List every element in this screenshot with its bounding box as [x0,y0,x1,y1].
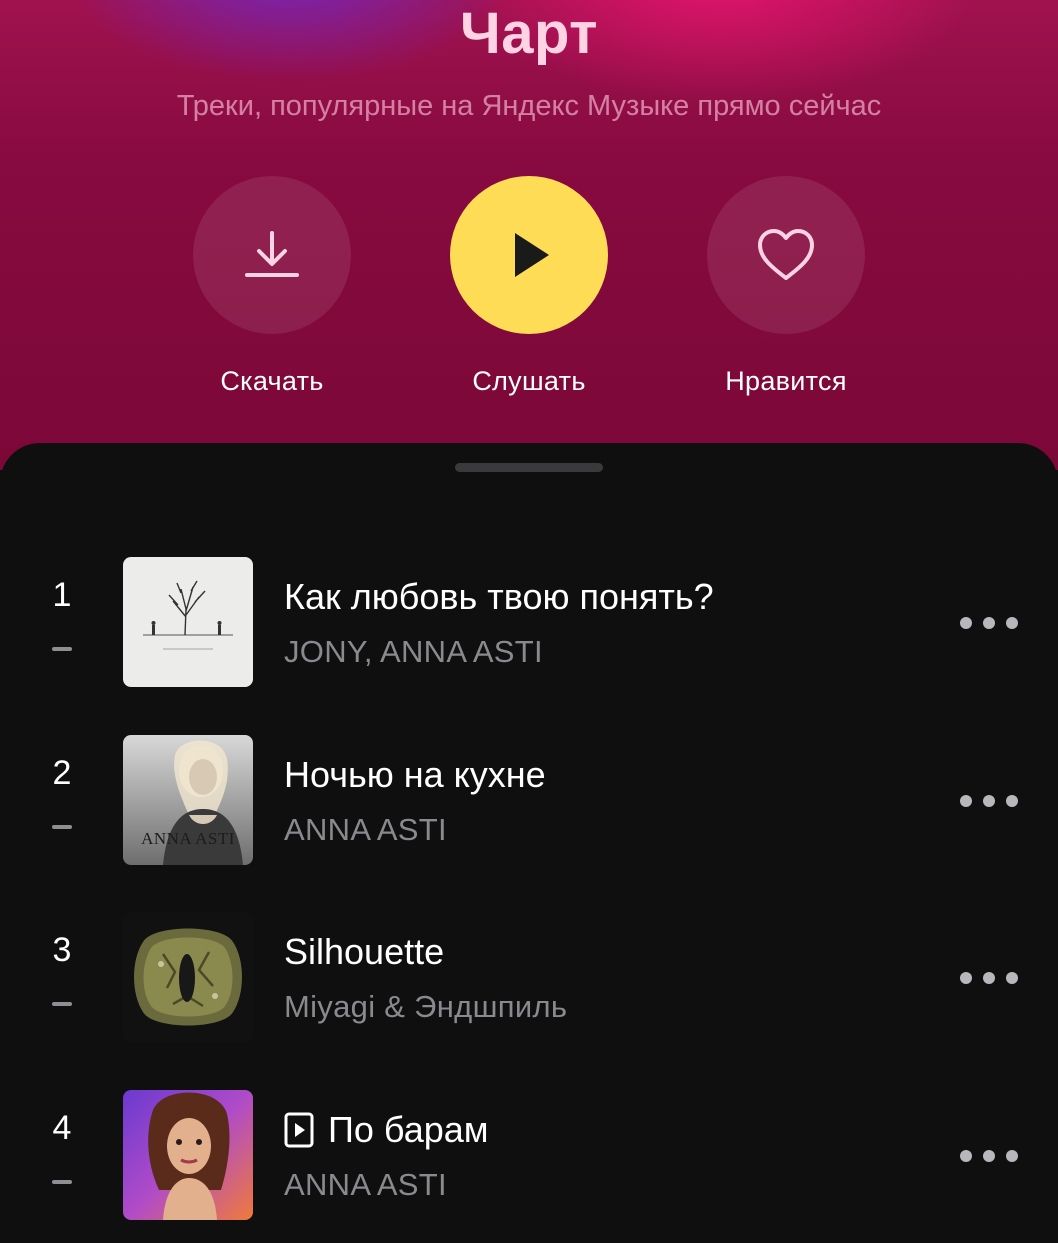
track-artist[interactable]: Miyagi & Эндшпиль [284,987,567,1027]
track-rank: 3 [52,931,72,969]
track-title: Silhouette [284,931,445,972]
track-cover [123,1090,253,1220]
track-title-text: По барам [328,1109,489,1150]
track-list-sheet: 1 Как любовь твою понять? JONY, ANNA AST… [0,443,1058,1243]
track-title: Как любовь твою понять? [284,576,714,617]
more-horizontal-icon[interactable] [960,966,1018,990]
heart-icon [758,229,814,280]
video-clip-icon [284,1112,314,1148]
rank-change-indicator [52,1180,72,1184]
track-artist[interactable]: JONY, ANNA ASTI [284,632,543,672]
more-horizontal-icon[interactable] [960,1144,1018,1168]
rank-change-indicator [52,647,72,651]
track-artist[interactable]: ANNA ASTI [284,810,447,850]
rank-change-indicator [52,1002,72,1006]
play-button[interactable]: Слушать [409,176,649,400]
cover-artist-text: ANNA ASTI [141,829,235,848]
track-row[interactable]: 4 По барам ANNA ASTI [0,1090,1058,1220]
like-button[interactable]: Нравится [666,176,906,400]
page-subtitle: Треки, популярные на Яндекс Музыке прямо… [176,90,882,122]
play-label: Слушать [472,366,586,396]
track-cover [123,557,253,687]
track-title: По барам [284,1108,489,1152]
track-rank: 4 [52,1109,72,1147]
track-row[interactable]: 2 ANNA ASTI Ночью на кухне ANNA ASTI [0,735,1058,865]
track-cover: ANNA ASTI [123,735,253,865]
download-button-circle[interactable] [193,176,351,334]
rank-change-indicator [52,825,72,829]
track-artist[interactable]: ANNA ASTI [284,1165,447,1205]
track-cover [123,912,253,1042]
play-button-circle[interactable] [450,176,608,334]
page-title: Чарт [459,1,599,66]
chart-header: Чарт Треки, популярные на Яндекс Музыке … [0,0,1058,470]
download-label: Скачать [220,366,324,396]
sheet-drag-handle[interactable] [455,463,603,472]
track-title: Ночью на кухне [284,754,546,795]
like-button-circle[interactable] [707,176,865,334]
like-label: Нравится [725,366,847,396]
more-horizontal-icon[interactable] [960,789,1018,813]
track-rank: 2 [52,754,72,792]
track-row[interactable]: 1 Как любовь твою понять? JONY, ANNA AST… [0,557,1058,687]
play-icon [515,233,549,277]
more-horizontal-icon[interactable] [960,611,1018,635]
track-rank: 1 [52,576,72,614]
download-button[interactable]: Скачать [152,176,392,400]
download-icon [245,231,299,277]
track-row[interactable]: 3 Silhouette Miyagi & Эндшпиль [0,912,1058,1042]
